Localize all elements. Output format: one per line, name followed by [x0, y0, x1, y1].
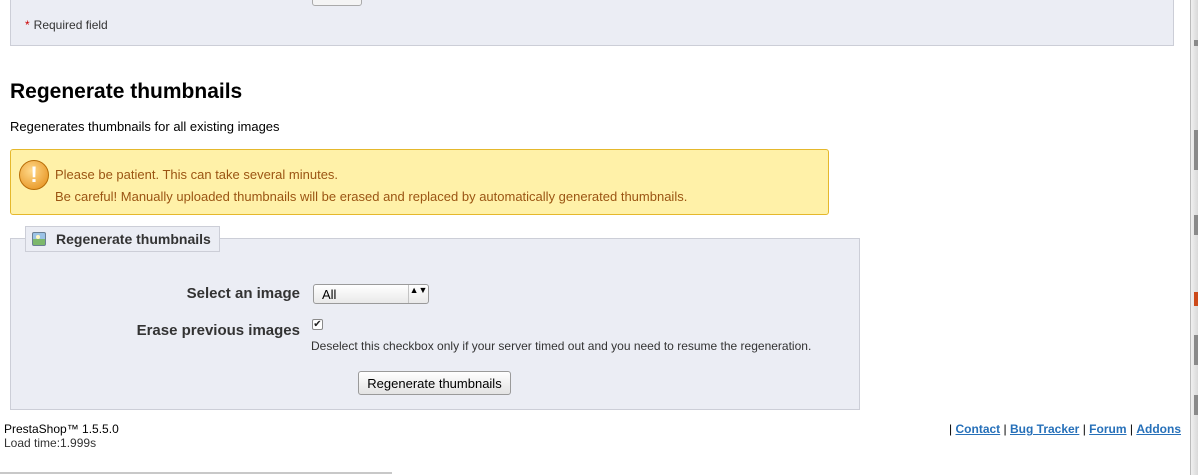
- warning-line-1: Please be patient. This can take several…: [55, 167, 339, 182]
- edge-mark: [1194, 395, 1198, 415]
- edge-mark: [1194, 335, 1198, 365]
- image-type-select[interactable]: All ▲▼: [313, 284, 429, 304]
- previous-form-panel: * Required field: [10, 0, 1174, 46]
- bottom-divider: [0, 472, 392, 474]
- warning-icon: !: [19, 160, 49, 190]
- required-field-note: * Required field: [25, 18, 108, 32]
- erase-images-hint: Deselect this checkbox only if your serv…: [311, 339, 812, 353]
- edge-mark: [1194, 292, 1198, 306]
- warning-line-2: Be careful! Manually uploaded thumbnails…: [55, 189, 688, 204]
- select-image-label: Select an image: [186, 285, 300, 302]
- required-field-text: Required field: [33, 18, 108, 32]
- addons-link[interactable]: Addons: [1136, 422, 1181, 436]
- select-value: All: [322, 287, 337, 302]
- regenerate-thumbnails-button[interactable]: Regenerate thumbnails: [358, 371, 511, 395]
- bug-tracker-link[interactable]: Bug Tracker: [1010, 422, 1079, 436]
- footer-info: PrestaShop™ 1.5.5.0 Load time:1.999s: [4, 422, 119, 450]
- footer-links: | Contact | Bug Tracker | Forum | Addons: [949, 422, 1181, 436]
- link-separator: |: [1003, 422, 1007, 436]
- required-star: *: [25, 18, 30, 32]
- window-edge-scrollbar[interactable]: [1190, 0, 1198, 475]
- page-title: Regenerate thumbnails: [10, 80, 243, 103]
- link-separator: |: [1129, 422, 1133, 436]
- section-description: Regenerates thumbnails for all existing …: [10, 119, 280, 134]
- contact-link[interactable]: Contact: [956, 422, 1001, 436]
- erase-images-checkbox[interactable]: ✔: [312, 319, 323, 330]
- edge-mark: [1194, 215, 1198, 235]
- edge-mark: [1194, 40, 1198, 46]
- fieldset-legend: Regenerate thumbnails: [25, 226, 220, 252]
- legend-label: Regenerate thumbnails: [56, 231, 211, 247]
- forum-link[interactable]: Forum: [1089, 422, 1126, 436]
- erase-images-label: Erase previous images: [136, 322, 300, 339]
- previous-form-button[interactable]: [312, 0, 362, 6]
- link-separator: |: [1082, 422, 1086, 436]
- load-time-text: Load time:1.999s: [4, 436, 97, 450]
- link-separator: |: [949, 422, 953, 436]
- edge-mark: [1194, 130, 1198, 170]
- version-text: PrestaShop™ 1.5.5.0: [4, 422, 119, 436]
- select-arrows-icon: ▲▼: [408, 285, 428, 303]
- warning-box: ! Please be patient. This can take sever…: [10, 149, 829, 215]
- image-icon: [32, 232, 46, 246]
